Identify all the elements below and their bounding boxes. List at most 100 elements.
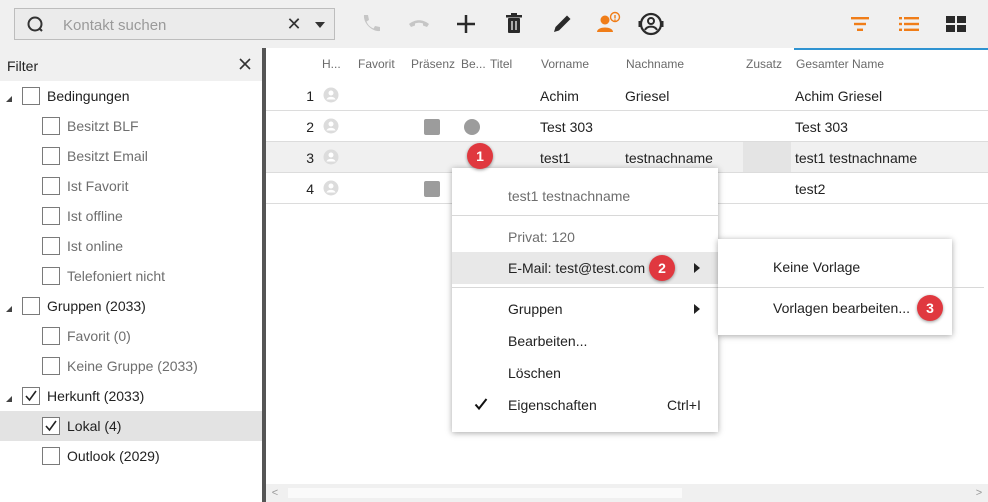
filter-label: Bedingungen [47,88,130,104]
filter-item-ist-offline[interactable]: Ist offline [0,201,262,231]
filter-checkbox[interactable] [42,147,60,165]
filter-item-outlook[interactable]: Outlook (2029) [0,441,262,471]
presence-icon [424,181,440,197]
edit-icon[interactable] [548,10,576,38]
filter-item-favorit[interactable]: Favorit (0) [0,321,262,351]
menu-separator [452,287,718,288]
scroll-left-arrow-icon[interactable]: < [268,486,282,500]
sort-indicator [794,48,988,50]
filter-checkbox[interactable] [22,87,40,105]
menu-item-label: Gruppen [508,301,563,317]
horizontal-scrollbar[interactable]: < > [266,484,988,502]
contact-info-icon[interactable] [594,10,622,38]
cell-gesamter-name: Achim Griesel [795,88,883,104]
filter-checkbox[interactable] [42,357,60,375]
menu-item-label: Privat: 120 [508,229,575,245]
filter-item-besitzt-blf[interactable]: Besitzt BLF [0,111,262,141]
row-number: 2 [306,119,314,135]
menu-item-loeschen[interactable]: Löschen [452,357,718,389]
filter-item-lokal[interactable]: Lokal (4) [0,411,262,441]
column-header-h[interactable]: H... [322,57,342,71]
list-view-icon[interactable] [895,10,923,38]
cell-vorname: Test 303 [540,119,593,135]
scrollbar-thumb[interactable] [288,488,682,498]
column-header-titel[interactable]: Titel [490,57,512,71]
submenu-arrow-icon [694,304,700,314]
scroll-right-arrow-icon[interactable]: > [972,486,986,500]
filter-item-telefoniert-nicht[interactable]: Telefoniert nicht [0,261,262,291]
cell-vorname: Achim [540,88,579,104]
expand-triangle-icon[interactable] [4,301,14,312]
column-header-nachname[interactable]: Nachname [626,57,684,71]
filter-item-besitzt-email[interactable]: Besitzt Email [0,141,262,171]
filter-item-keine-gruppe[interactable]: Keine Gruppe (2033) [0,351,262,381]
filter-checkbox[interactable] [42,117,60,135]
filter-checkbox[interactable] [22,387,40,405]
expand-triangle-icon[interactable] [4,91,14,102]
filter-checkbox[interactable] [42,177,60,195]
menu-item-email[interactable]: E-Mail: test@test.com [452,252,718,284]
column-header-zusatz[interactable]: Zusatz [746,57,782,71]
filter-checkbox[interactable] [42,237,60,255]
search-input[interactable] [63,15,283,35]
dropdown-icon[interactable] [311,15,329,35]
tile-view-icon[interactable] [942,10,970,38]
filter-icon[interactable] [846,10,874,38]
column-header-vorname[interactable]: Vorname [541,57,589,71]
filter-checkbox[interactable] [42,207,60,225]
annotation-badge-3: 3 [917,295,943,321]
filter-node-gruppen[interactable]: Gruppen (2033) [0,291,262,321]
cell-vorname: test1 [540,150,571,166]
cell-gesamter-name: test2 [795,181,826,197]
menu-item-bearbeiten[interactable]: Bearbeiten... [452,325,718,357]
filter-checkbox[interactable] [42,417,60,435]
add-icon[interactable] [452,10,480,38]
submenu-item-keine-vorlage[interactable]: Keine Vorlage [718,248,952,288]
column-header-praesenz[interactable]: Präsenz [411,57,455,71]
menu-item-label: Löschen [508,365,561,381]
hangup-icon[interactable] [405,10,433,38]
filter-checkbox[interactable] [42,267,60,285]
cell-nachname: testnachname [625,150,713,166]
filter-checkbox[interactable] [42,447,60,465]
avatar-icon [323,87,339,103]
check-icon [25,390,37,402]
row-number: 3 [306,150,314,166]
expand-triangle-icon[interactable] [4,391,14,402]
menu-item-privat[interactable]: Privat: 120 [452,221,718,253]
row-number: 4 [306,181,314,197]
menu-header-contact-name: test1 testnachname [452,180,718,212]
filter-item-ist-online[interactable]: Ist online [0,231,262,261]
filter-checkbox[interactable] [22,297,40,315]
delete-icon[interactable] [500,10,528,38]
cell-zusatz [743,142,791,172]
annotation-badge-2: 2 [649,255,675,281]
search-icon[interactable] [26,15,46,35]
filter-node-bedingungen[interactable]: Bedingungen [0,81,262,111]
filter-item-ist-favorit[interactable]: Ist Favorit [0,171,262,201]
filter-node-herkunft[interactable]: Herkunft (2033) [0,381,262,411]
submenu-arrow-icon [694,263,700,273]
menu-item-gruppen[interactable]: Gruppen [452,293,718,325]
filter-label: Herkunft (2033) [47,388,145,404]
menu-item-eigenschaften[interactable]: Eigenschaften Ctrl+I [452,389,718,421]
phone-icon[interactable] [357,10,385,38]
filter-title: Filter [7,58,39,74]
column-header-be[interactable]: Be... [461,57,485,71]
row-number: 1 [306,88,314,104]
column-header-favorit[interactable]: Favorit [358,57,395,71]
filter-label: Besitzt Email [67,148,148,164]
menu-item-label: Keine Vorlage [773,259,861,275]
menu-item-label: Bearbeiten... [508,333,588,349]
table-row[interactable]: 2 Test 303 Test 303 [266,111,988,142]
search-box: ✕ [14,8,335,40]
table-row[interactable]: 1 Achim Griesel Achim Griesel [266,80,988,111]
person-headset-icon[interactable] [637,10,665,38]
column-header-gesamter-name[interactable]: Gesamter Name [796,57,884,71]
filter-header: Filter [0,52,262,80]
filter-label: Ist Favorit [67,178,129,194]
filter-checkbox[interactable] [42,327,60,345]
check-icon [474,397,488,411]
close-icon[interactable] [236,55,254,73]
clear-icon[interactable]: ✕ [284,14,304,34]
